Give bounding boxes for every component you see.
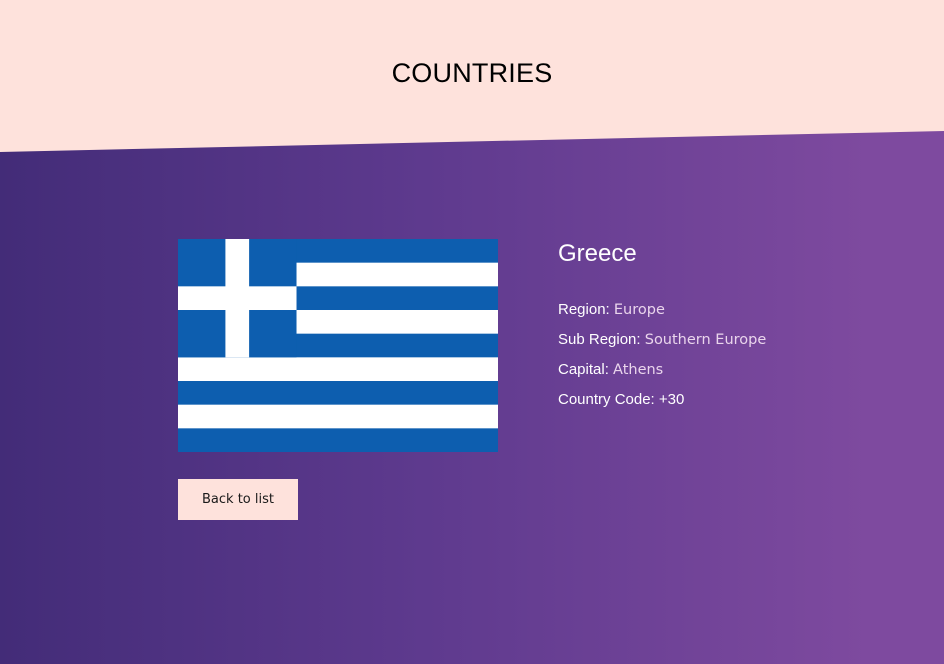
country-name: Greece — [558, 240, 637, 267]
country-info: Greece Region: Europe Sub Region: Southe… — [558, 240, 766, 415]
detail-region: Region: Europe — [558, 295, 766, 325]
detail-label: Capital: — [558, 361, 609, 378]
detail-sub-region: Sub Region: Southern Europe — [558, 325, 766, 355]
detail-value: Southern Europe — [644, 332, 767, 348]
detail-capital: Capital: Athens — [558, 355, 766, 385]
detail-value: Athens — [613, 362, 664, 378]
page-title: COUNTRIES — [391, 58, 553, 88]
detail-value: +30 — [658, 391, 685, 408]
detail-value: Europe — [613, 302, 665, 318]
greece-flag-icon — [178, 239, 498, 452]
detail-label: Country Code: — [558, 391, 655, 408]
country-flag — [178, 239, 498, 452]
back-to-list-button[interactable]: Back to list — [178, 479, 298, 520]
detail-label: Sub Region: — [558, 331, 641, 348]
detail-label: Region: — [558, 301, 610, 318]
detail-country-code: Country Code: +30 — [558, 385, 766, 415]
